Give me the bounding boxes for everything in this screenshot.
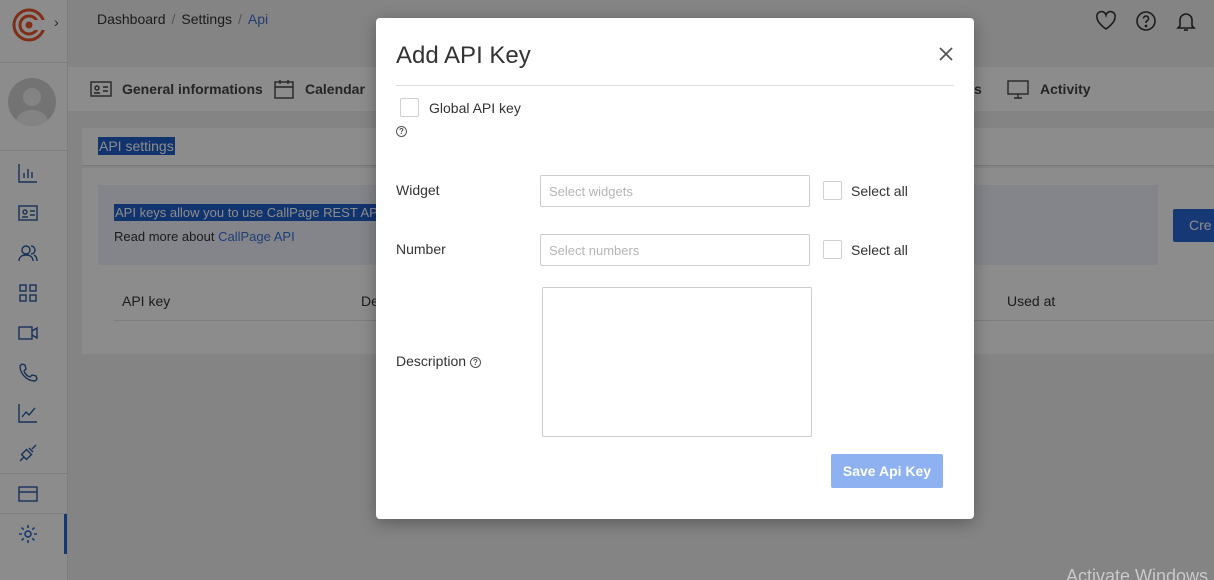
widget-select[interactable] xyxy=(540,175,810,207)
widget-select-all-label: Select all xyxy=(851,183,908,199)
number-select-all-checkbox[interactable] xyxy=(823,240,842,259)
modal-divider xyxy=(396,85,954,86)
global-api-key-checkbox[interactable] xyxy=(400,98,419,117)
number-select[interactable] xyxy=(540,234,810,266)
description-help-icon[interactable]: ? xyxy=(469,356,481,368)
save-api-key-button[interactable]: Save Api Key xyxy=(831,454,943,488)
description-label-group: Description ? xyxy=(396,353,481,369)
widget-select-all-checkbox[interactable] xyxy=(823,181,842,200)
help-glyph: ? xyxy=(396,125,407,137)
modal-title: Add API Key xyxy=(396,42,531,69)
number-select-all-label: Select all xyxy=(851,242,908,258)
global-help-icon[interactable]: ? xyxy=(396,122,407,138)
description-textarea[interactable] xyxy=(542,287,812,437)
number-label: Number xyxy=(396,241,446,257)
description-label: Description xyxy=(396,353,467,369)
windows-activation-watermark: Activate Windows xyxy=(1066,566,1209,580)
add-api-key-modal: Add API Key Global API key ? Widget Sele… xyxy=(376,18,974,519)
widget-label: Widget xyxy=(396,182,440,198)
close-icon[interactable] xyxy=(937,45,955,63)
global-api-key-label: Global API key xyxy=(429,100,521,116)
